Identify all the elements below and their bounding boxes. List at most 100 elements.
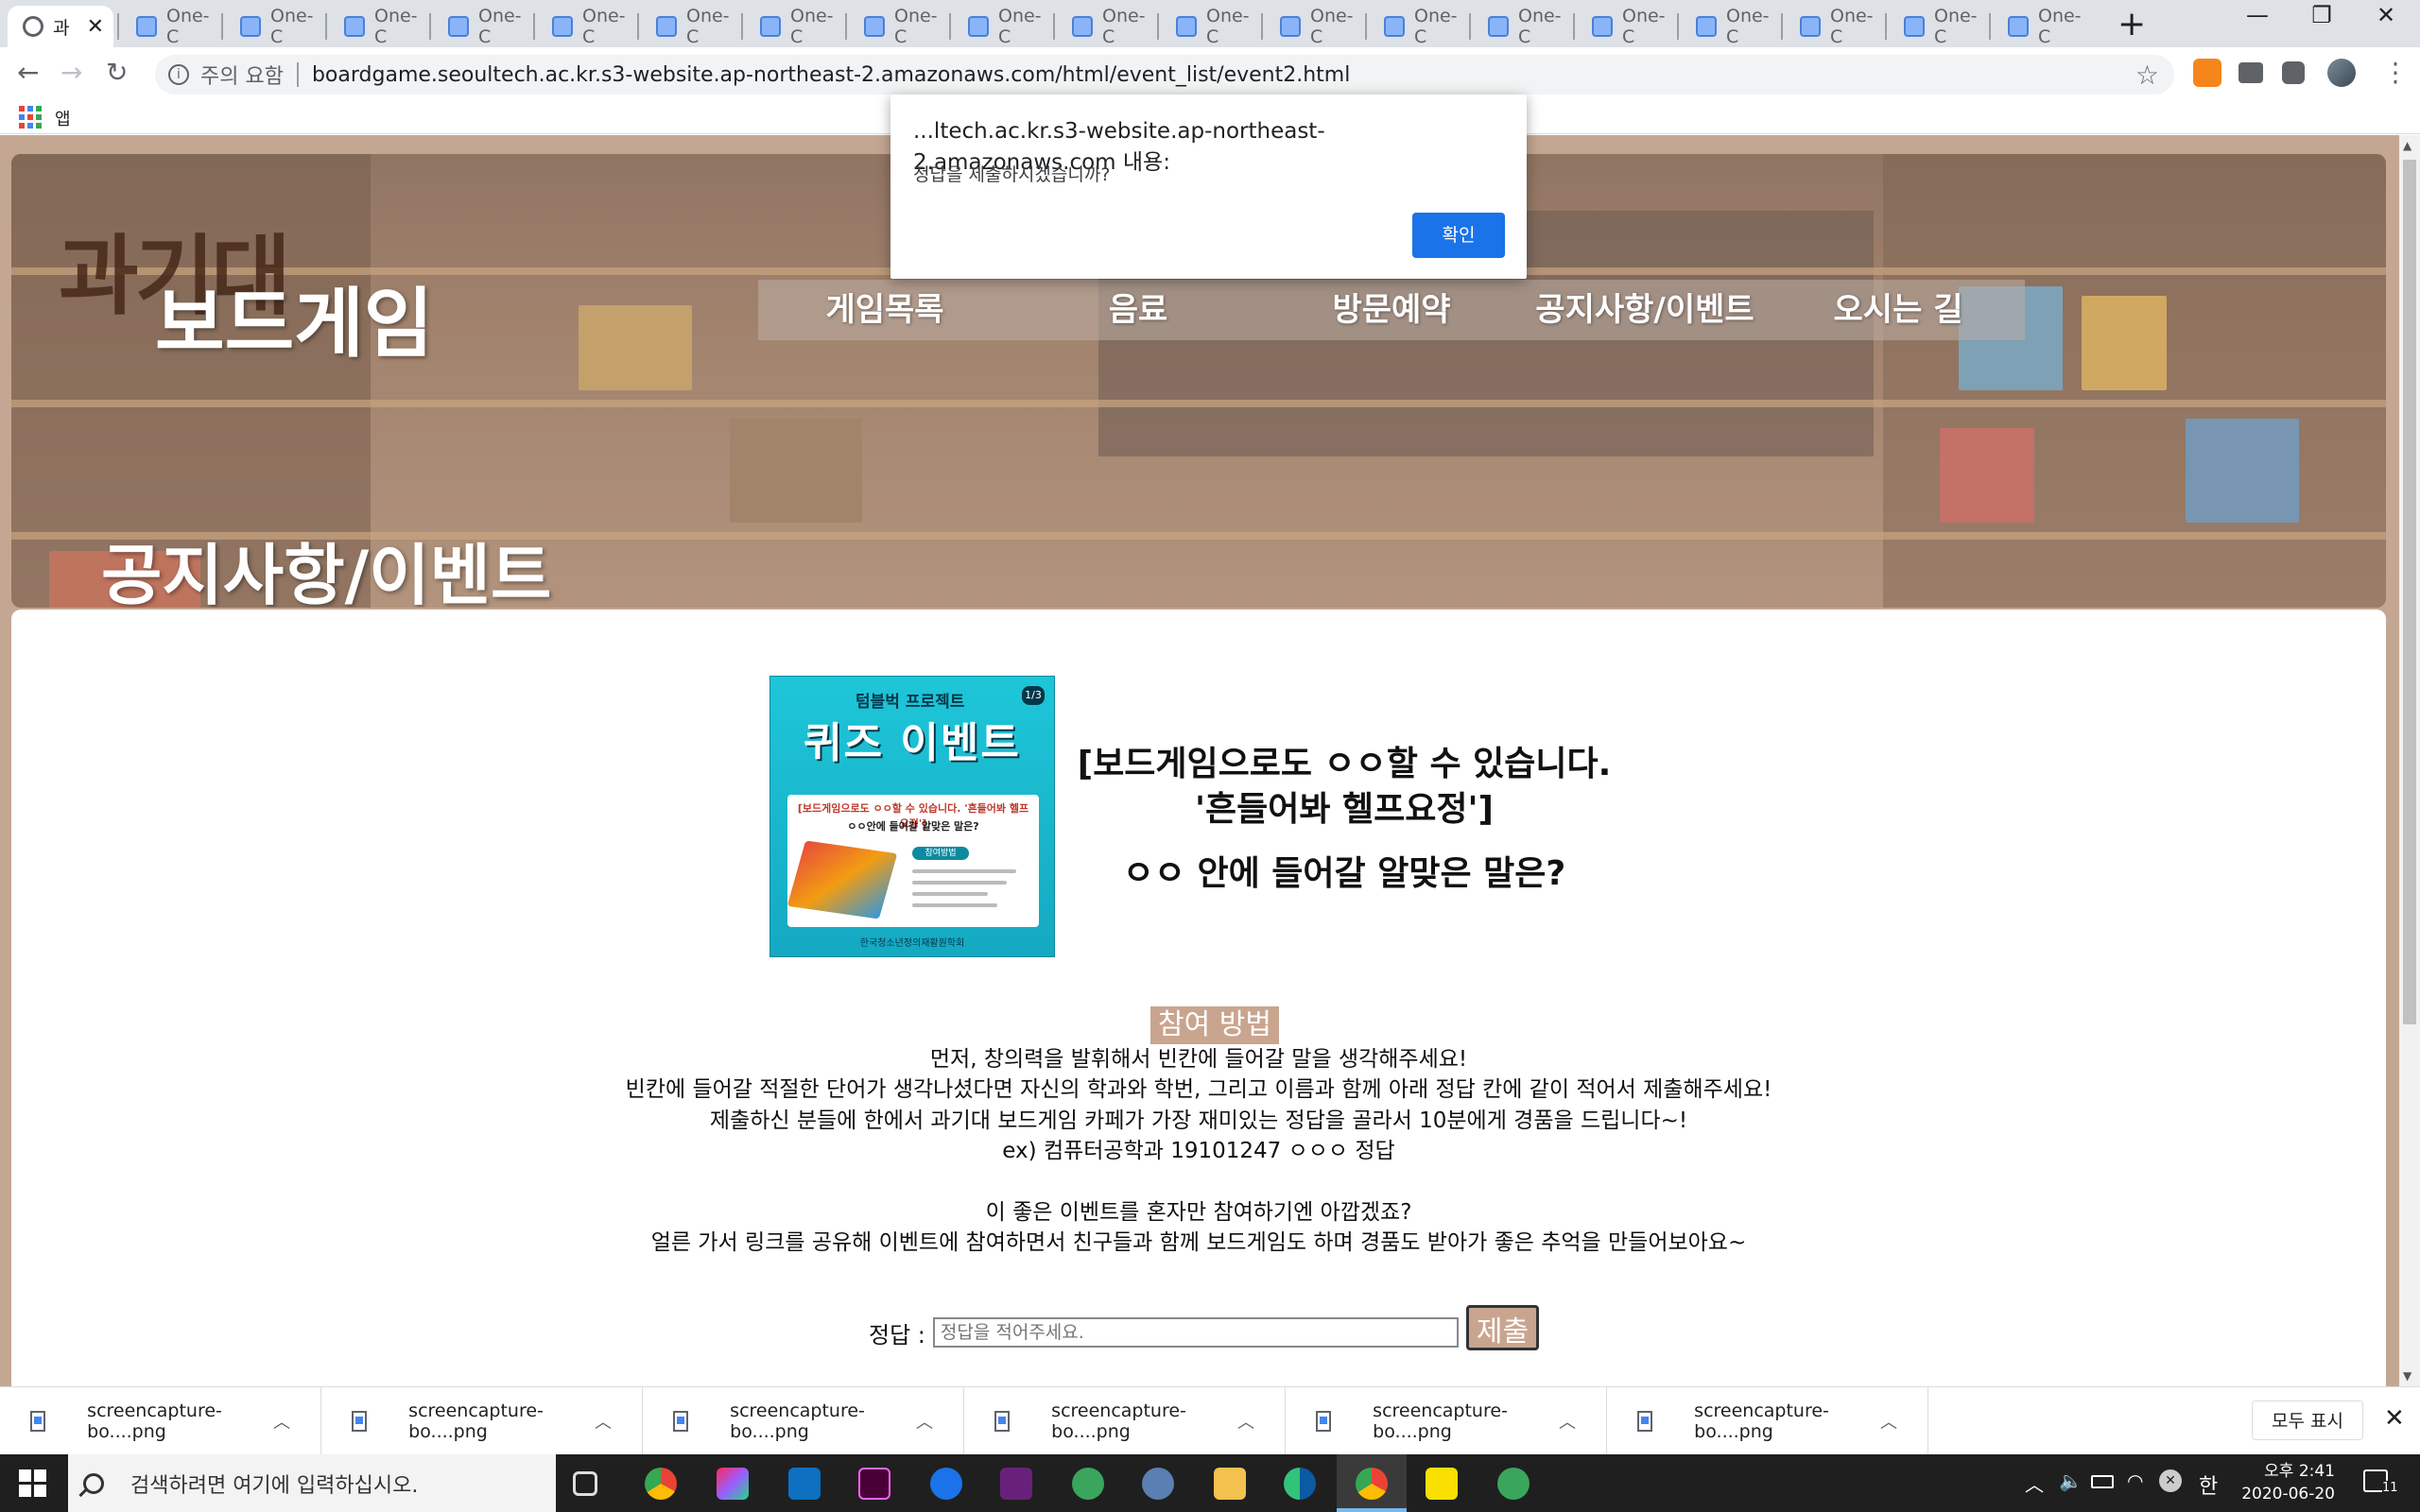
kakaotalk-icon[interactable] — [1426, 1468, 1458, 1500]
gitkraken-icon[interactable] — [1497, 1468, 1530, 1500]
windows-start-icon[interactable] — [19, 1469, 46, 1497]
vscode-icon[interactable] — [788, 1468, 821, 1500]
show-all-downloads-button[interactable]: 모두 표시 — [2252, 1400, 2363, 1440]
wifi-icon[interactable]: ◠ — [2127, 1469, 2143, 1492]
answer-input[interactable] — [932, 1317, 1459, 1348]
address-bar[interactable]: i 주의 요함 boardgame.seoultech.ac.kr.s3-web… — [155, 55, 2174, 94]
blocked-icon[interactable]: ✕ — [2159, 1469, 2182, 1492]
close-downloads-icon[interactable]: ✕ — [2384, 1404, 2405, 1433]
tab[interactable]: One-C — [1993, 6, 2091, 47]
reload-icon[interactable]: ↻ — [106, 57, 128, 88]
download-item[interactable]: screencapture-bo....png ︿ — [964, 1387, 1286, 1455]
tab[interactable]: One-C — [1265, 6, 1363, 47]
nav-item-reservation[interactable]: 방문예약 — [1265, 280, 1518, 340]
download-item[interactable]: screencapture-bo....png ︿ — [321, 1387, 643, 1455]
nav-item-directions[interactable]: 오시는 길 — [1772, 280, 2025, 340]
tab[interactable]: One-C — [225, 6, 323, 47]
tab[interactable]: One-C — [121, 6, 219, 47]
scroll-down-icon[interactable]: ▼ — [2403, 1369, 2411, 1383]
tab[interactable]: One-C — [641, 6, 739, 47]
new-tab-button[interactable]: + — [2118, 6, 2146, 43]
close-window-button[interactable]: ✕ — [2358, 2, 2414, 28]
intellij-icon[interactable] — [717, 1468, 749, 1500]
camera-icon[interactable] — [2238, 62, 2263, 83]
restore-button[interactable]: ❐ — [2293, 2, 2350, 28]
tab[interactable]: One-C — [537, 6, 635, 47]
file-icon — [994, 1411, 1011, 1432]
answer-label: 정답 : — [869, 1321, 925, 1349]
nav-item-games[interactable]: 게임목록 — [758, 280, 1011, 340]
volume-icon[interactable]: 🔈 — [2059, 1469, 2083, 1492]
chevron-up-icon[interactable]: ︿ — [595, 1409, 612, 1434]
app-icon[interactable] — [1142, 1468, 1174, 1500]
poster-text-line — [912, 881, 1007, 885]
url-text[interactable]: boardgame.seoultech.ac.kr.s3-website.ap-… — [312, 63, 1350, 87]
tab-separator — [1573, 13, 1575, 40]
dialog-ok-button[interactable]: 확인 — [1412, 213, 1505, 258]
tab[interactable]: One-C — [1369, 6, 1467, 47]
page-scrollbar[interactable]: ▲ ▼ — [2399, 135, 2420, 1386]
chevron-up-icon[interactable]: ︿ — [1237, 1409, 1254, 1434]
back-icon[interactable]: ← — [17, 57, 39, 88]
scrollbar-thumb[interactable] — [2403, 160, 2416, 1024]
close-icon[interactable]: ✕ — [87, 15, 104, 39]
site-logo[interactable]: 보드게임 — [155, 263, 433, 372]
extensions-puzzle-icon[interactable] — [2282, 61, 2305, 84]
tab-active[interactable]: 과 ✕ — [8, 6, 113, 47]
minimize-button[interactable]: — — [2229, 2, 2286, 28]
gitkraken-icon[interactable] — [1072, 1468, 1104, 1500]
tab[interactable]: One-C — [1161, 6, 1259, 47]
nav-item-drinks[interactable]: 음료 — [1011, 280, 1265, 340]
forward-icon[interactable]: → — [60, 57, 82, 88]
tab[interactable]: One-C — [1473, 6, 1571, 47]
tab[interactable]: One-C — [1785, 6, 1883, 47]
chevron-up-icon[interactable]: ︿ — [1559, 1409, 1576, 1434]
tab[interactable]: One-C — [1577, 6, 1675, 47]
profile-avatar[interactable] — [2327, 59, 2356, 87]
security-label[interactable]: 주의 요함 — [200, 60, 284, 90]
tab[interactable]: One-C — [849, 6, 947, 47]
chrome-icon[interactable] — [645, 1468, 677, 1500]
tab[interactable]: One-C — [433, 6, 531, 47]
nav-item-notice-event[interactable]: 공지사항/이벤트 — [1518, 280, 1772, 340]
chevron-up-icon[interactable]: ︿ — [916, 1409, 933, 1434]
tab[interactable]: One-C — [745, 6, 843, 47]
submit-button[interactable]: 제출 — [1465, 1305, 1540, 1350]
tray-chevron-icon[interactable]: ︿ — [2025, 1469, 2044, 1497]
tab[interactable]: One-C — [1057, 6, 1155, 47]
bookmark-star-icon[interactable]: ☆ — [2135, 60, 2159, 91]
tab[interactable]: One-C — [329, 6, 427, 47]
file-explorer-icon[interactable] — [1214, 1468, 1246, 1500]
notification-icon[interactable]: 11 — [2363, 1469, 2398, 1495]
task-view-icon[interactable] — [573, 1471, 597, 1496]
alert-dialog: ...ltech.ac.kr.s3-website.ap-northeast-2… — [890, 94, 1527, 279]
visual-studio-icon[interactable] — [1000, 1468, 1032, 1500]
apps-grid-icon[interactable] — [19, 106, 42, 129]
tab[interactable]: One-C — [953, 6, 1051, 47]
chrome-icon[interactable] — [1356, 1468, 1388, 1500]
download-item[interactable]: screencapture-bo....png ︿ — [1607, 1387, 1928, 1455]
battery-icon[interactable] — [2091, 1475, 2114, 1488]
scroll-up-icon[interactable]: ▲ — [2403, 139, 2411, 152]
chevron-up-icon[interactable]: ︿ — [273, 1409, 290, 1434]
metamask-icon[interactable] — [2193, 59, 2221, 87]
download-item[interactable]: screencapture-bo....png ︿ — [643, 1387, 964, 1455]
tab[interactable]: One-C — [1681, 6, 1779, 47]
chevron-up-icon[interactable]: ︿ — [1880, 1409, 1897, 1434]
taskbar-search[interactable]: 검색하려면 여기에 입력하십시오. — [68, 1454, 556, 1512]
poster-page-badge: 1/3 — [1022, 686, 1045, 705]
maps-icon[interactable] — [930, 1468, 962, 1500]
poster-badge: 참여방법 — [912, 847, 969, 860]
download-item[interactable]: screencapture-bo....png ︿ — [1286, 1387, 1607, 1455]
bookmark-apps[interactable]: 앱 — [55, 106, 71, 130]
adobe-xd-icon[interactable] — [858, 1468, 890, 1500]
menu-kebab-icon[interactable]: ⋮ — [2382, 57, 2409, 88]
edge-icon[interactable] — [1284, 1468, 1316, 1500]
download-item[interactable]: screencapture-bo....png ︿ — [0, 1387, 321, 1455]
tab-separator — [1677, 13, 1679, 40]
event-question-blank: ㅇㅇ 안에 들어갈 알맞은 말은? — [1122, 854, 1566, 893]
info-icon[interactable]: i — [168, 64, 189, 85]
ime-indicator[interactable]: 한 — [2199, 1469, 2218, 1500]
tab[interactable]: One-C — [1889, 6, 1987, 47]
taskbar-clock[interactable]: 오후 2:41 2020-06-20 — [2231, 1460, 2335, 1505]
